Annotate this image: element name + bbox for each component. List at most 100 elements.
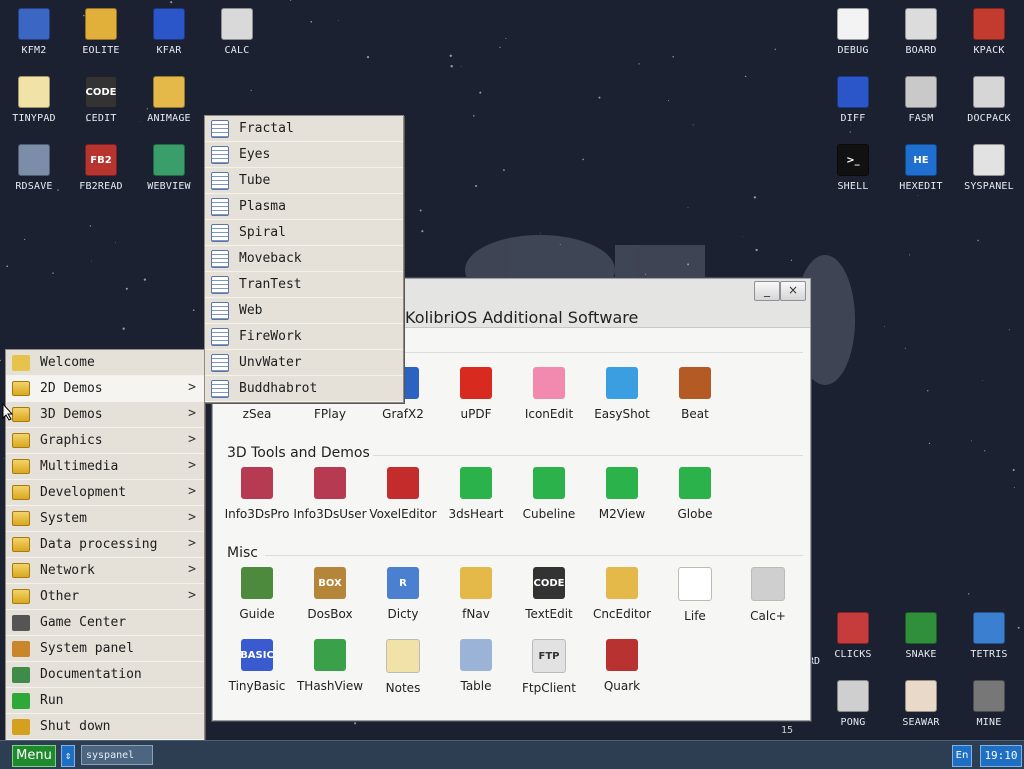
- app-launcher[interactable]: fNav: [438, 563, 514, 627]
- star: [582, 158, 584, 161]
- menu-item[interactable]: Shut down: [6, 714, 204, 740]
- app-launcher[interactable]: VoxelEditor: [365, 463, 441, 527]
- diff-icon: [837, 76, 869, 108]
- menu-item[interactable]: System panel: [6, 636, 204, 662]
- submenu-item[interactable]: TranTest: [205, 272, 403, 298]
- desktop-icon[interactable]: RDSAVE: [0, 138, 68, 200]
- desktop-icon[interactable]: CODE CEDIT: [67, 70, 135, 132]
- app-launcher[interactable]: Table: [438, 635, 514, 699]
- anvil-icon: [905, 76, 937, 108]
- submenu-item[interactable]: Tube: [205, 168, 403, 194]
- app-icon: [679, 367, 711, 399]
- desktop-icon[interactable]: FB2 FB2READ: [67, 138, 135, 200]
- menu-item[interactable]: 3D Demos >: [6, 402, 204, 428]
- submenu-item[interactable]: Spiral: [205, 220, 403, 246]
- menu-item[interactable]: Other >: [6, 584, 204, 610]
- taskbar-item-syspanel[interactable]: syspanel: [81, 745, 153, 765]
- submenu-item[interactable]: Web: [205, 298, 403, 324]
- app-launcher[interactable]: Quark: [584, 635, 660, 699]
- desktop-icon[interactable]: KFM2: [0, 2, 68, 64]
- app-launcher[interactable]: Beat: [657, 363, 733, 427]
- clock[interactable]: 19:10: [980, 745, 1022, 767]
- submenu-item[interactable]: Buddhabrot: [205, 376, 403, 402]
- app-launcher[interactable]: CODE TextEdit: [511, 563, 587, 627]
- document-icon: [211, 301, 229, 320]
- app-launcher[interactable]: M2View: [584, 463, 660, 527]
- submenu-item[interactable]: UnvWater: [205, 350, 403, 376]
- submenu-item[interactable]: Fractal: [205, 116, 403, 142]
- app-label: Beat: [681, 407, 709, 421]
- desktop-icon[interactable]: CLICKS: [819, 606, 887, 668]
- desktop-icon[interactable]: KFAR: [135, 2, 203, 64]
- app-launcher[interactable]: BOX DosBox: [292, 563, 368, 627]
- menu-item[interactable]: System >: [6, 506, 204, 532]
- app-launcher[interactable]: Info3DsUser: [292, 463, 368, 527]
- desktop-icon[interactable]: TETRIS: [955, 606, 1023, 668]
- menu-item[interactable]: Network >: [6, 558, 204, 584]
- menu-item[interactable]: 2D Demos >: [6, 376, 204, 402]
- submenu-item[interactable]: Plasma: [205, 194, 403, 220]
- app-launcher[interactable]: Calc+: [730, 563, 806, 627]
- submenu-item[interactable]: Moveback: [205, 246, 403, 272]
- menu-item-label: Multimedia: [40, 459, 119, 474]
- desktop-icon[interactable]: >_ SHELL: [819, 138, 887, 200]
- menu-button[interactable]: Menu: [12, 745, 56, 767]
- language-indicator[interactable]: En: [952, 745, 972, 767]
- submenu-item[interactable]: Eyes: [205, 142, 403, 168]
- menu-item-label: Network: [40, 563, 95, 578]
- desktop-icon[interactable]: CALC: [203, 2, 271, 64]
- app-launcher[interactable]: Notes: [365, 635, 441, 699]
- desktop-icon[interactable]: SEAWAR: [887, 674, 955, 736]
- menu-item[interactable]: Run: [6, 688, 204, 714]
- desktop-icon[interactable]: BOARD: [887, 2, 955, 64]
- desktop-icon[interactable]: DEBUG: [819, 2, 887, 64]
- desktop-icon[interactable]: MINE: [955, 674, 1023, 736]
- menu-item[interactable]: Graphics >: [6, 428, 204, 454]
- desktop-icon[interactable]: FASM: [887, 70, 955, 132]
- app-launcher[interactable]: EasyShot: [584, 363, 660, 427]
- submenu-item-label: Buddhabrot: [239, 381, 318, 396]
- app-launcher[interactable]: Cubeline: [511, 463, 587, 527]
- window-footer-number: 15: [781, 725, 794, 736]
- desktop-icon[interactable]: TINYPAD: [0, 70, 68, 132]
- submenu-item-label: Eyes: [239, 147, 271, 162]
- desktop-icon[interactable]: SNAKE: [887, 606, 955, 668]
- app-label: TinyBasic: [228, 679, 286, 693]
- menu-item[interactable]: Multimedia >: [6, 454, 204, 480]
- menu-item[interactable]: Development >: [6, 480, 204, 506]
- desktop-icon[interactable]: DOCPACK: [955, 70, 1023, 132]
- desktop-icon[interactable]: SYSPANEL: [955, 138, 1023, 200]
- app-launcher[interactable]: IconEdit: [511, 363, 587, 427]
- app-launcher[interactable]: uPDF: [438, 363, 514, 427]
- app-launcher[interactable]: Guide: [219, 563, 295, 627]
- desktop-icon[interactable]: PONG: [819, 674, 887, 736]
- menu-item[interactable]: Game Center: [6, 610, 204, 636]
- desktop-icon[interactable]: HE HEXEDIT: [887, 138, 955, 200]
- desktop-icon[interactable]: KPACK: [955, 2, 1023, 64]
- app-launcher[interactable]: R Dicty: [365, 563, 441, 627]
- star: [338, 20, 339, 21]
- close-button[interactable]: ×: [780, 281, 806, 301]
- app-launcher[interactable]: FTP FtpClient: [511, 635, 587, 699]
- app-launcher[interactable]: BASIC TinyBasic: [219, 635, 295, 699]
- menu-item[interactable]: Documentation: [6, 662, 204, 688]
- app-launcher[interactable]: Life: [657, 563, 733, 627]
- app-launcher[interactable]: CncEditor: [584, 563, 660, 627]
- app-launcher[interactable]: Info3DsPro: [219, 463, 295, 527]
- menu-item[interactable]: Data processing >: [6, 532, 204, 558]
- task-switch-button[interactable]: ⇕: [61, 745, 75, 767]
- desktop-icon[interactable]: EOLITE: [67, 2, 135, 64]
- app-launcher[interactable]: THashView: [292, 635, 368, 699]
- star: [1013, 487, 1015, 488]
- desktop-icon[interactable]: ANIMAGE: [135, 70, 203, 132]
- star: [366, 56, 370, 59]
- desktop-icon-label: CLICKS: [834, 649, 872, 660]
- app-launcher[interactable]: Globe: [657, 463, 733, 527]
- menu-item[interactable]: Welcome: [6, 350, 204, 376]
- app-launcher[interactable]: 3dsHeart: [438, 463, 514, 527]
- desktop-icon[interactable]: WEBVIEW: [135, 138, 203, 200]
- minimize-button[interactable]: _: [754, 281, 780, 301]
- submenu-item[interactable]: FireWork: [205, 324, 403, 350]
- star: [499, 46, 501, 49]
- desktop-icon[interactable]: DIFF: [819, 70, 887, 132]
